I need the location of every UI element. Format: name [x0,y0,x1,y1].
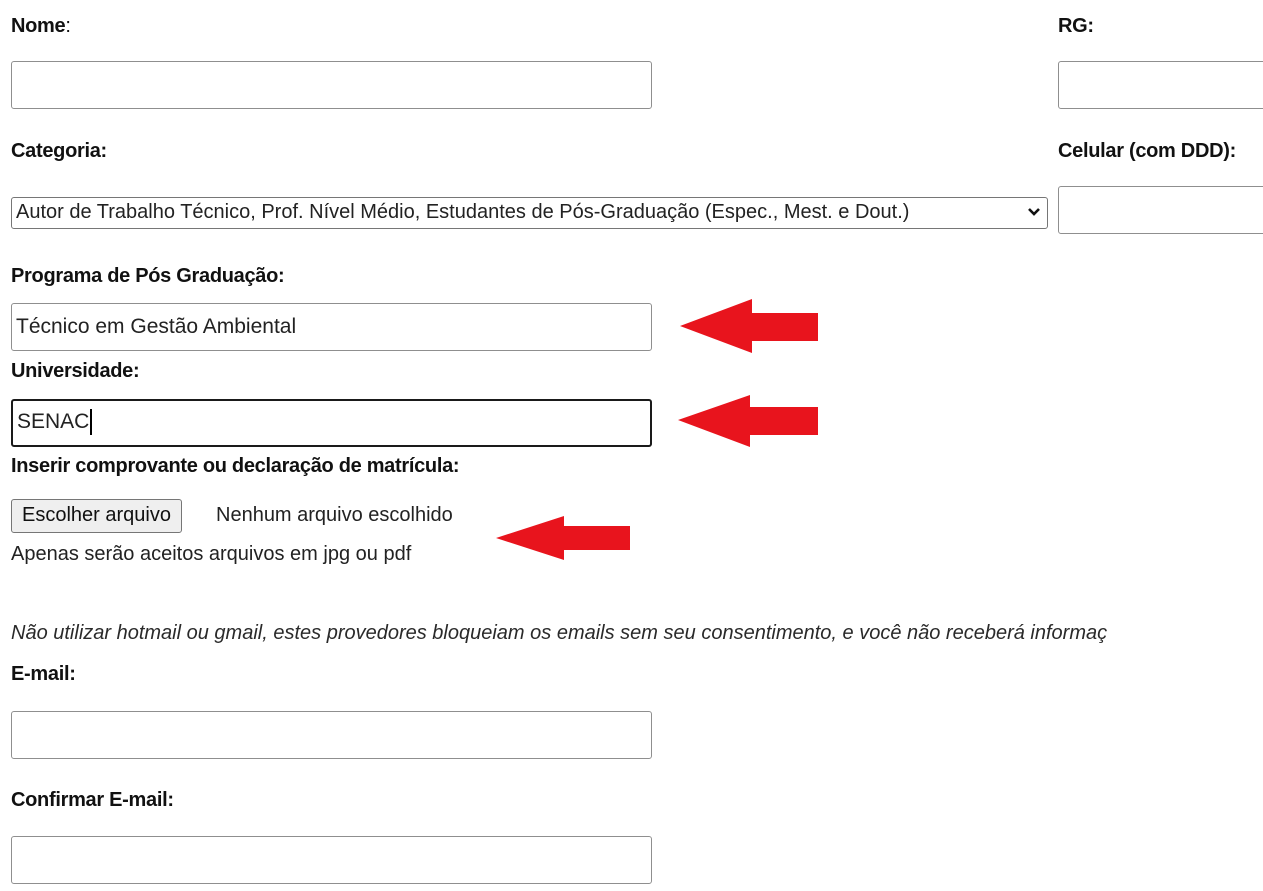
celular-input[interactable] [1058,186,1263,234]
comprovante-label: Inserir comprovante ou declaração de mat… [11,455,460,477]
celular-label: Celular (com DDD): [1058,140,1236,162]
file-status-text: Nenhum arquivo escolhido [216,504,453,526]
file-hint-text: Apenas serão aceitos arquivos em jpg ou … [11,543,412,565]
red-arrow-left-icon [678,395,818,447]
categoria-selected-value: Autor de Trabalho Técnico, Prof. Nível M… [16,201,910,223]
universidade-label: Universidade: [11,360,140,382]
programa-input[interactable]: Técnico em Gestão Ambiental [11,303,652,351]
text-caret [90,409,93,436]
confirm-email-input[interactable] [11,836,652,884]
universidade-input[interactable]: SENAC [11,399,652,447]
nome-label: Nome: [11,15,71,37]
red-arrow-left-icon [680,299,818,353]
email-label: E-mail: [11,663,76,685]
rg-label: RG: [1058,15,1094,37]
email-input[interactable] [11,711,652,759]
chevron-down-icon [1027,198,1041,228]
rg-input[interactable] [1058,61,1263,109]
choose-file-button[interactable]: Escolher arquivo [11,499,182,533]
universidade-value: SENAC [17,410,90,433]
nome-input[interactable] [11,61,652,109]
red-arrow-left-icon [496,516,630,560]
programa-label: Programa de Pós Graduação: [11,265,285,287]
email-warning-text: Não utilizar hotmail ou gmail, estes pro… [11,622,1108,644]
categoria-label: Categoria: [11,140,107,162]
categoria-select[interactable]: Autor de Trabalho Técnico, Prof. Nível M… [11,197,1048,229]
confirm-email-label: Confirmar E-mail: [11,789,174,811]
